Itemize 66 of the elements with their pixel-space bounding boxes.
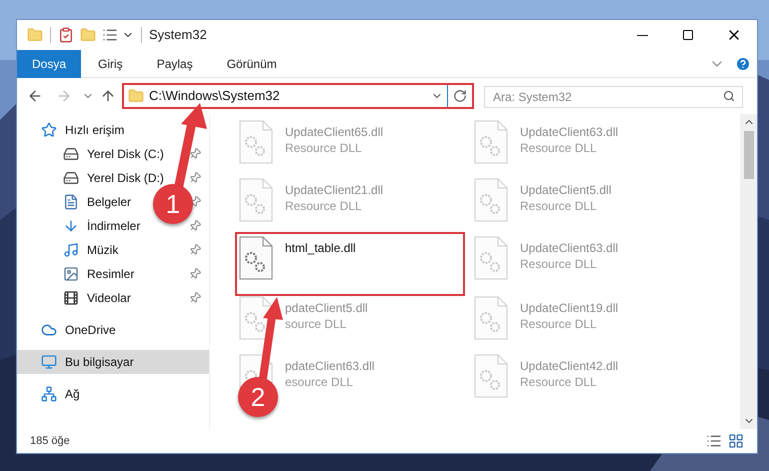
- sidebar-label[interactable]: Müzik: [87, 241, 118, 259]
- ribbon-tab[interactable]: Görünüm: [212, 50, 291, 78]
- dll-file-icon: [474, 236, 508, 280]
- music-note-icon: [63, 242, 79, 258]
- sidebar-label[interactable]: OneDrive: [65, 321, 116, 339]
- dll-file-icon: [239, 236, 273, 280]
- cloud-icon: [41, 322, 57, 338]
- window-title: System32: [149, 26, 207, 44]
- sidebar-label[interactable]: Belgeler: [87, 193, 132, 211]
- file-type: Resource DLL: [520, 198, 598, 214]
- ribbon-tab[interactable]: Giriş: [84, 50, 137, 78]
- address-bar[interactable]: C:\Windows\System32: [122, 83, 474, 109]
- dll-file-icon: [239, 178, 273, 222]
- scroll-thumb[interactable]: [744, 131, 754, 179]
- sidebar-label[interactable]: Bu bilgisayar: [65, 353, 134, 371]
- sidebar-label[interactable]: Yerel Disk (D:): [87, 169, 164, 187]
- file-type: source DLL: [285, 316, 348, 332]
- properties-icon[interactable]: [58, 27, 74, 43]
- file-type: Resource DLL: [285, 198, 363, 214]
- dll-file-icon: [474, 296, 508, 340]
- drive-icon: [63, 146, 79, 162]
- dll-file-icon: [239, 120, 273, 164]
- help-icon[interactable]: [735, 56, 751, 72]
- dll-file-icon: [474, 354, 508, 398]
- dll-file-icon: [474, 178, 508, 222]
- search-icon: [723, 90, 735, 102]
- download-icon: [63, 218, 79, 234]
- search-field[interactable]: Ara: System32: [484, 86, 743, 108]
- view-menu-icon[interactable]: [102, 27, 118, 43]
- sidebar-label[interactable]: Ağ: [65, 385, 80, 403]
- folder-icon: [128, 88, 144, 104]
- scrollbar[interactable]: [740, 114, 757, 429]
- file-type: esource DLL: [285, 374, 354, 390]
- refresh-icon[interactable]: [453, 89, 467, 103]
- file-name[interactable]: html_table.dll: [285, 240, 356, 256]
- file-type: Resource DLL: [285, 140, 363, 156]
- file-type: Resource DLL: [520, 256, 598, 272]
- ribbon-tab[interactable]: Paylaş: [142, 50, 207, 78]
- file-type: Resource DLL: [520, 316, 598, 332]
- large-icons-view-icon[interactable]: [728, 433, 744, 449]
- file-type: Resource DLL: [520, 374, 598, 390]
- sidebar-label[interactable]: Resimler: [87, 265, 134, 283]
- file-item[interactable]: html_table.dll: [237, 234, 463, 294]
- file-type: Resource DLL: [520, 140, 598, 156]
- sidebar-label[interactable]: İndirmeler: [87, 217, 140, 235]
- sidebar-item[interactable]: Bu bilgisayar: [17, 350, 209, 374]
- dll-file-icon: [474, 120, 508, 164]
- maximize-icon: [682, 29, 694, 41]
- monitor-icon: [41, 354, 57, 370]
- network-icon: [41, 386, 57, 402]
- address-path: C:\Windows\System32: [149, 87, 281, 106]
- sidebar-label[interactable]: Hızlı erişim: [65, 121, 124, 139]
- status-item-count: 185 öğe: [30, 434, 71, 449]
- ribbon-tab[interactable]: Dosya: [17, 50, 82, 78]
- details-view-icon[interactable]: [706, 433, 722, 449]
- image-icon: [63, 266, 79, 282]
- film-icon: [63, 290, 79, 306]
- star-icon: [41, 122, 57, 138]
- sidebar-label[interactable]: Videolar: [87, 289, 131, 307]
- back-icon[interactable]: [27, 88, 43, 104]
- sidebar-label[interactable]: Yerel Disk (C:): [87, 145, 164, 163]
- drive-icon: [63, 170, 79, 186]
- document-icon: [63, 194, 79, 210]
- minimize-icon: [636, 34, 648, 36]
- up-icon[interactable]: [100, 88, 116, 104]
- dll-file-icon: [239, 296, 273, 340]
